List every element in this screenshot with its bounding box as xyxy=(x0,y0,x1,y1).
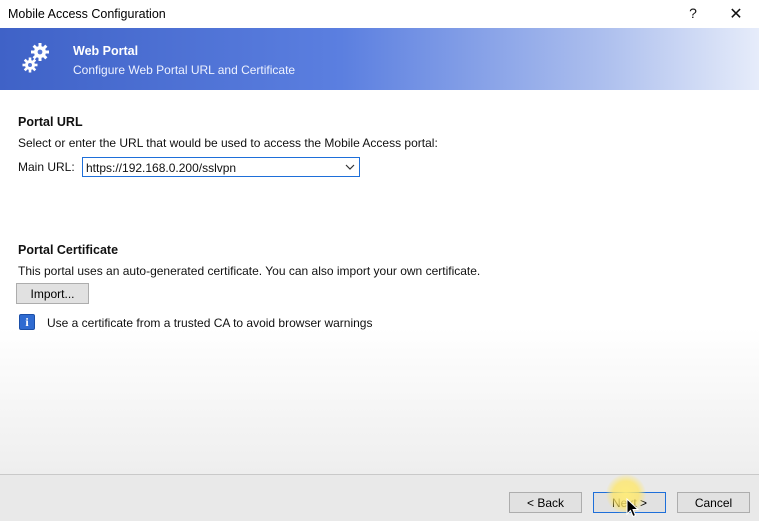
info-message: Use a certificate from a trusted CA to a… xyxy=(47,316,373,330)
portal-certificate-heading: Portal Certificate xyxy=(18,243,119,257)
back-button[interactable]: < Back xyxy=(509,492,582,513)
banner-subtitle: Configure Web Portal URL and Certificate xyxy=(73,63,296,77)
portal-certificate-description: This portal uses an auto-generated certi… xyxy=(18,264,481,278)
gears-icon xyxy=(22,43,49,73)
header-banner: Web Portal Configure Web Portal URL and … xyxy=(0,28,759,90)
info-icon: i xyxy=(19,314,35,330)
cancel-button[interactable]: Cancel xyxy=(677,492,750,513)
next-button[interactable]: Next > xyxy=(593,492,666,513)
banner-title: Web Portal xyxy=(73,44,139,58)
wizard-footer: < Back Next > Cancel xyxy=(0,474,759,521)
main-url-combobox[interactable]: https://192.168.0.200/sslvpn xyxy=(82,157,360,177)
import-button[interactable]: Import... xyxy=(16,283,89,304)
main-url-label: Main URL: xyxy=(18,160,75,174)
main-url-value[interactable]: https://192.168.0.200/sslvpn xyxy=(86,161,236,175)
portal-url-heading: Portal URL xyxy=(18,115,83,129)
main-content: Portal URL Select or enter the URL that … xyxy=(0,90,759,474)
portal-url-description: Select or enter the URL that would be us… xyxy=(18,136,438,150)
close-button[interactable]: ✕ xyxy=(728,4,744,24)
title-bar: Mobile Access Configuration ? ✕ xyxy=(0,0,759,28)
chevron-down-icon[interactable] xyxy=(343,159,357,175)
help-button[interactable]: ? xyxy=(686,5,700,21)
window-title: Mobile Access Configuration xyxy=(8,7,166,21)
